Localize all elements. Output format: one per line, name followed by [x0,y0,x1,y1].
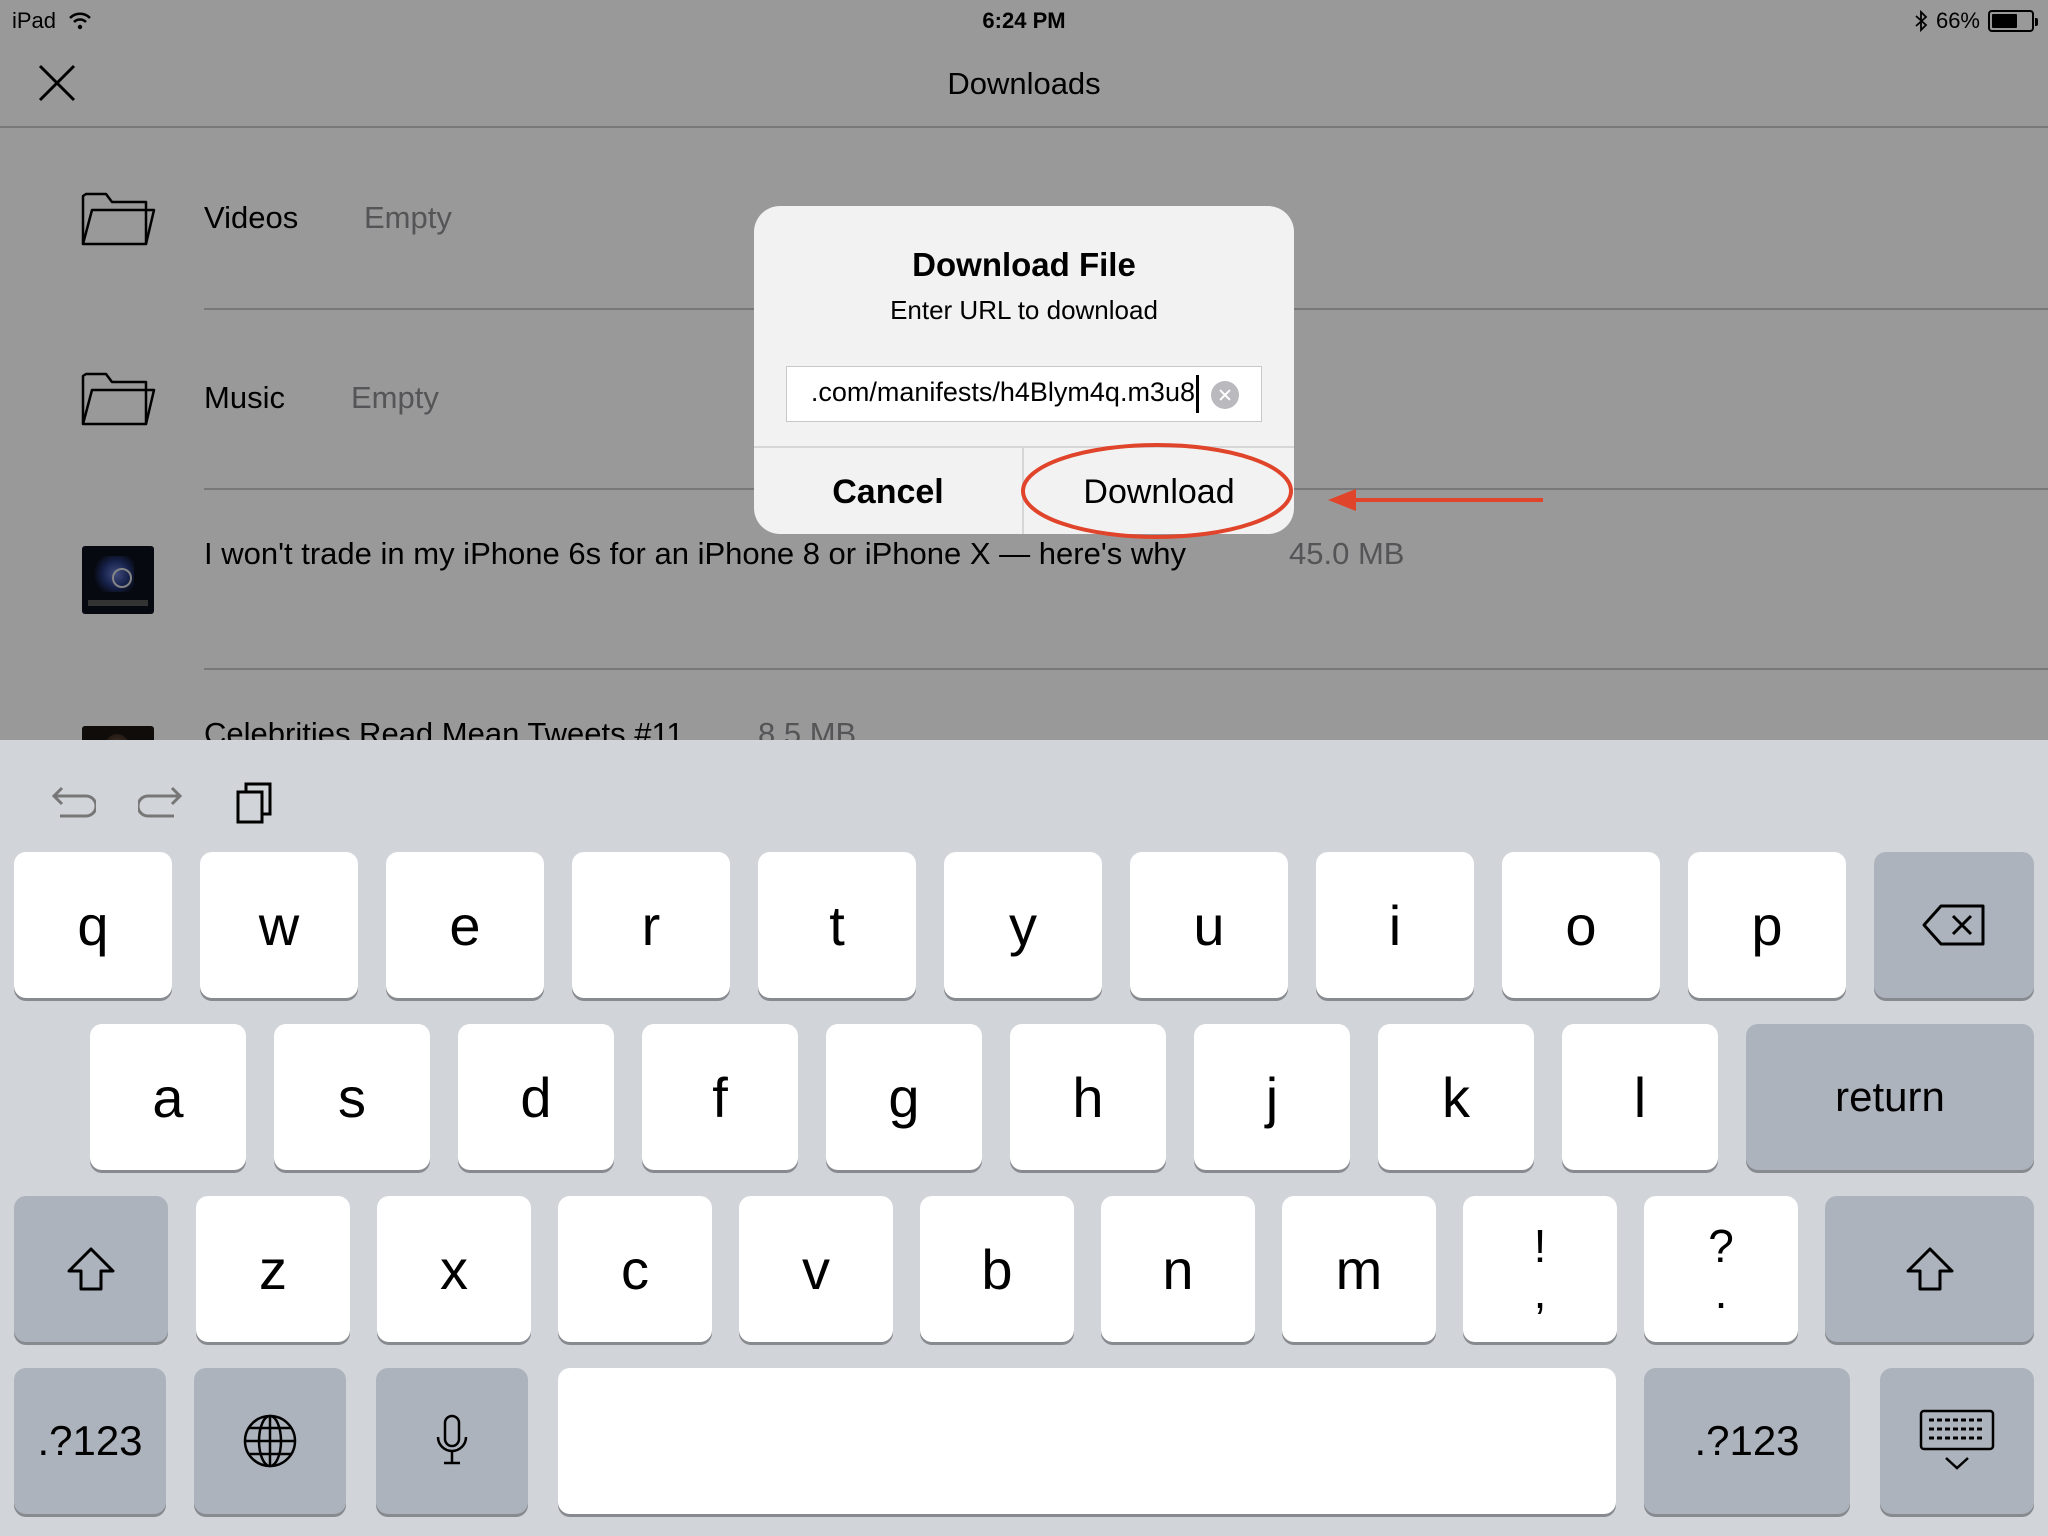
key-label-top: ? [1708,1220,1734,1272]
key-o[interactable]: o [1502,852,1660,998]
key-e[interactable]: e [386,852,544,998]
key-label-bottom: . [1714,1266,1728,1318]
key-i[interactable]: i [1316,852,1474,998]
key-y[interactable]: y [944,852,1102,998]
key-h[interactable]: h [1010,1024,1166,1170]
key-g[interactable]: g [826,1024,982,1170]
key-exclamation-comma[interactable]: ! , [1463,1196,1617,1342]
backspace-icon [1922,904,1985,946]
shift-icon [1906,1247,1953,1291]
key-f[interactable]: f [642,1024,798,1170]
globe-key[interactable] [194,1368,346,1514]
cancel-button[interactable]: Cancel [754,448,1024,534]
key-b[interactable]: b [920,1196,1074,1342]
key-z[interactable]: z [196,1196,350,1342]
dialog-message: Enter URL to download [890,295,1158,325]
undo-icon[interactable] [46,780,96,826]
text-caret [1196,375,1199,413]
microphone-icon [436,1414,468,1465]
key-n[interactable]: n [1101,1196,1255,1342]
numbers-key-left[interactable]: .?123 [14,1368,166,1514]
backspace-key[interactable] [1874,852,2034,998]
clear-text-icon[interactable] [1211,381,1239,409]
key-k[interactable]: k [1378,1024,1534,1170]
keyboard-dismiss-icon [1919,1409,1995,1470]
space-key[interactable] [558,1368,1616,1514]
key-d[interactable]: d [458,1024,614,1170]
key-c[interactable]: c [558,1196,712,1342]
key-l[interactable]: l [1562,1024,1718,1170]
shift-icon [67,1247,115,1291]
url-input[interactable]: .com/manifests/h4Blym4q.m3u8 [786,366,1262,422]
shift-key-right[interactable] [1825,1196,2034,1342]
key-x[interactable]: x [377,1196,531,1342]
key-label-bottom: , [1533,1266,1547,1318]
numbers-key-right[interactable]: .?123 [1644,1368,1850,1514]
key-j[interactable]: j [1194,1024,1350,1170]
key-t[interactable]: t [758,852,916,998]
on-screen-keyboard: q w e r t y u i o p a s d f g h j k l re… [0,740,2048,1536]
key-label-top: ! [1533,1220,1547,1272]
key-s[interactable]: s [274,1024,430,1170]
key-m[interactable]: m [1282,1196,1436,1342]
key-r[interactable]: r [572,852,730,998]
paste-icon[interactable] [230,780,280,826]
key-q[interactable]: q [14,852,172,998]
dialog-title: Download File [912,246,1136,283]
url-input-value: .com/manifests/h4Blym4q.m3u8 [810,377,1195,407]
dismiss-keyboard-key[interactable] [1880,1368,2034,1514]
key-question-period[interactable]: ? . [1644,1196,1798,1342]
key-w[interactable]: w [200,852,358,998]
download-file-dialog: Download File Enter URL to download .com… [754,206,1294,534]
download-button[interactable]: Download [1024,448,1294,534]
key-v[interactable]: v [739,1196,893,1342]
downloads-screen: iPad 6:24 PM 66% Downloads Videos Empty … [0,0,2048,740]
globe-icon [243,1414,297,1468]
shift-key-left[interactable] [14,1196,168,1342]
redo-icon[interactable] [138,780,188,826]
key-u[interactable]: u [1130,852,1288,998]
return-key[interactable]: return [1746,1024,2034,1170]
key-a[interactable]: a [90,1024,246,1170]
key-p[interactable]: p [1688,852,1846,998]
dictation-key[interactable] [376,1368,528,1514]
